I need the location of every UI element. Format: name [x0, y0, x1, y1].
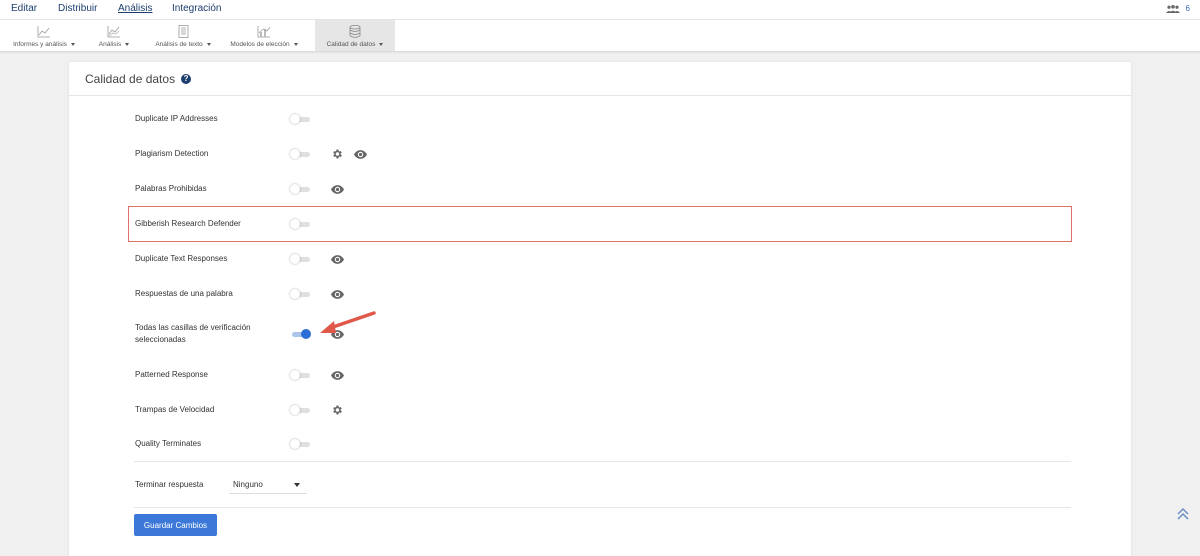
gear-icon[interactable]	[331, 148, 343, 160]
collaborator-count: 6	[1185, 4, 1190, 13]
sub-nav: Informes y análisis Análisis Análisis de…	[0, 20, 1200, 52]
toggle-plagiarism[interactable]	[290, 149, 310, 159]
chevron-down-icon	[294, 483, 300, 487]
tab-informes[interactable]: Informes y análisis	[8, 20, 80, 51]
scroll-to-top-icon[interactable]	[1176, 507, 1190, 521]
toggle-quality-terminates[interactable]	[290, 439, 310, 449]
setting-label: Plagiarism Detection	[135, 149, 209, 158]
eye-icon[interactable]	[331, 184, 344, 194]
database-icon	[349, 25, 361, 38]
setting-row-patterned: Patterned Response	[135, 369, 344, 381]
divider	[134, 507, 1071, 508]
tab-calidad-datos-label: Calidad de datos	[326, 41, 376, 48]
toggle-duplicate-ip[interactable]	[290, 114, 310, 124]
setting-label: Quality Terminates	[135, 439, 202, 448]
setting-row-casillas: Todas las casillas de verificación selec…	[135, 322, 344, 346]
divider	[134, 461, 1071, 462]
setting-row-gibberish: Gibberish Research Defender	[135, 218, 310, 230]
toggle-patterned[interactable]	[290, 370, 310, 380]
nav-editar[interactable]: Editar	[11, 3, 37, 14]
document-grid-icon	[178, 25, 189, 38]
top-nav: Editar Distribuir Análisis Integración 6	[0, 0, 1200, 20]
setting-row-velocidad: Trampas de Velocidad	[135, 404, 342, 416]
toggle-gibberish[interactable]	[290, 219, 310, 229]
setting-row-una-palabra: Respuestas de una palabra	[135, 288, 344, 300]
tab-analisis-texto[interactable]: Análisis de texto	[148, 20, 218, 51]
users-icon	[1165, 4, 1180, 13]
setting-label: Duplicate Text Responses	[135, 254, 228, 263]
tab-analisis-label: Análisis	[98, 41, 122, 48]
tab-modelos-eleccion[interactable]: Modelos de elección	[229, 20, 299, 51]
setting-label: Trampas de Velocidad	[135, 405, 215, 414]
toggle-velocidad[interactable]	[290, 405, 310, 415]
setting-label: Palabras Prohibidas	[135, 184, 207, 193]
nav-integracion[interactable]: Integración	[172, 3, 221, 14]
toggle-palabras-prohibidas[interactable]	[290, 184, 310, 194]
setting-label: Duplicate IP Addresses	[135, 114, 218, 123]
tab-informes-label: Informes y análisis	[13, 41, 67, 48]
question-circle-icon[interactable]: ?	[181, 73, 192, 84]
eye-icon[interactable]	[354, 149, 367, 159]
nav-analisis[interactable]: Análisis	[118, 3, 152, 14]
tab-modelos-eleccion-label: Modelos de elección	[230, 41, 290, 48]
card-header: Calidad de datos ?	[69, 62, 1131, 96]
page-title: Calidad de datos	[85, 71, 176, 86]
collaborators[interactable]: 6	[1165, 4, 1190, 13]
setting-row-duplicate-ip: Duplicate IP Addresses	[135, 113, 310, 125]
gear-icon[interactable]	[331, 404, 343, 416]
terminate-select-value: Ninguno	[233, 480, 263, 489]
tab-calidad-datos[interactable]: Calidad de datos	[315, 20, 395, 51]
eye-icon[interactable]	[331, 370, 344, 380]
setting-label: Gibberish Research Defender	[135, 219, 241, 228]
setting-label: Respuestas de una palabra	[135, 289, 233, 298]
terminate-select[interactable]: Ninguno	[229, 476, 307, 494]
toggle-una-palabra[interactable]	[290, 289, 310, 299]
annotation-arrow	[320, 311, 376, 333]
setting-label: Patterned Response	[135, 370, 208, 379]
tab-analisis-texto-label: Análisis de texto	[155, 41, 203, 48]
save-button[interactable]: Guardar Cambios	[134, 514, 217, 536]
setting-row-palabras-prohibidas: Palabras Prohibidas	[135, 183, 344, 195]
setting-row-quality-terminates: Quality Terminates	[135, 438, 310, 450]
setting-row-duplicate-text: Duplicate Text Responses	[135, 253, 344, 265]
line-chart-icon	[37, 26, 50, 38]
trend-chart-icon	[107, 26, 120, 38]
nav-distribuir[interactable]: Distribuir	[58, 3, 97, 14]
toggle-casillas[interactable]	[290, 329, 311, 339]
toggle-duplicate-text[interactable]	[290, 254, 310, 264]
tab-analisis[interactable]: Análisis	[95, 20, 133, 51]
eye-icon[interactable]	[331, 254, 344, 264]
eye-icon[interactable]	[331, 289, 344, 299]
setting-label: Todas las casillas de verificación selec…	[135, 323, 251, 344]
bar-line-chart-icon	[257, 26, 271, 38]
setting-row-plagiarism: Plagiarism Detection	[135, 148, 367, 160]
